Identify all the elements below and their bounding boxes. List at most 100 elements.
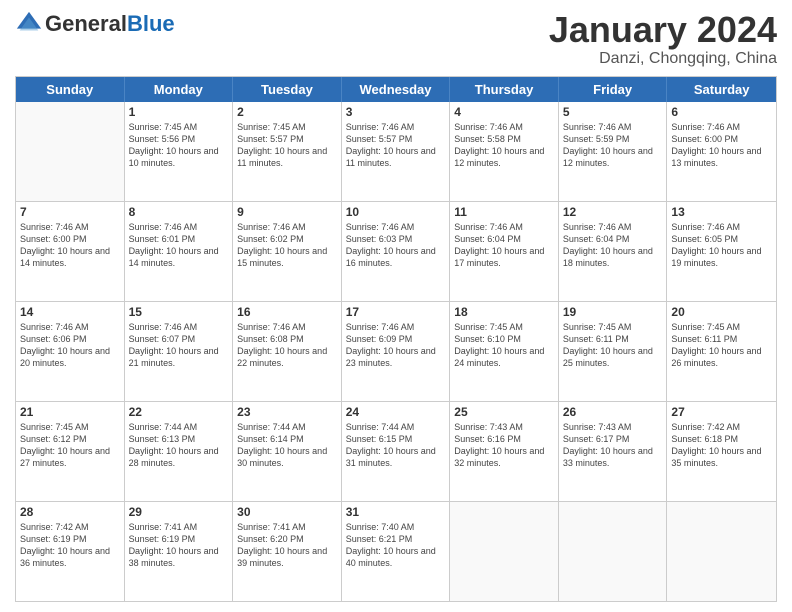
day-number: 10 [346, 205, 446, 219]
day-info: Sunrise: 7:43 AM Sunset: 6:17 PM Dayligh… [563, 421, 663, 470]
day-cell-9: 9 Sunrise: 7:46 AM Sunset: 6:02 PM Daylig… [233, 202, 342, 301]
day-info: Sunrise: 7:46 AM Sunset: 6:09 PM Dayligh… [346, 321, 446, 370]
day-cell-1: 1 Sunrise: 7:45 AM Sunset: 5:56 PM Daylig… [125, 102, 234, 201]
day-info: Sunrise: 7:46 AM Sunset: 6:00 PM Dayligh… [671, 121, 772, 170]
day-info: Sunrise: 7:46 AM Sunset: 6:08 PM Dayligh… [237, 321, 337, 370]
day-info: Sunrise: 7:46 AM Sunset: 6:06 PM Dayligh… [20, 321, 120, 370]
day-number: 11 [454, 205, 554, 219]
day-number: 21 [20, 405, 120, 419]
day-cell-31: 31 Sunrise: 7:40 AM Sunset: 6:21 PM Dayli… [342, 502, 451, 601]
day-cell-13: 13 Sunrise: 7:46 AM Sunset: 6:05 PM Dayli… [667, 202, 776, 301]
day-number: 19 [563, 305, 663, 319]
day-cell-7: 7 Sunrise: 7:46 AM Sunset: 6:00 PM Daylig… [16, 202, 125, 301]
day-cell-empty [450, 502, 559, 601]
day-cell-23: 23Sunrise: 7:44 AM Sunset: 6:14 PM Dayli… [233, 402, 342, 501]
day-info: Sunrise: 7:45 AM Sunset: 6:11 PM Dayligh… [671, 321, 772, 370]
day-number: 31 [346, 505, 446, 519]
day-header-thursday: Thursday [450, 77, 559, 102]
day-cell-16: 16 Sunrise: 7:46 AM Sunset: 6:08 PM Dayli… [233, 302, 342, 401]
day-info: Sunrise: 7:41 AM Sunset: 6:20 PM Dayligh… [237, 521, 337, 570]
day-number: 5 [563, 105, 663, 119]
day-cell-14: 14 Sunrise: 7:46 AM Sunset: 6:06 PM Dayli… [16, 302, 125, 401]
day-number: 22 [129, 405, 229, 419]
day-number: 25 [454, 405, 554, 419]
day-number: 14 [20, 305, 120, 319]
day-info: Sunrise: 7:46 AM Sunset: 6:00 PM Dayligh… [20, 221, 120, 270]
day-info: Sunrise: 7:46 AM Sunset: 6:01 PM Dayligh… [129, 221, 229, 270]
header-right: January 2024 Danzi, Chongqing, China [549, 10, 777, 68]
day-info: Sunrise: 7:42 AM Sunset: 6:18 PM Dayligh… [671, 421, 772, 470]
day-info: Sunrise: 7:46 AM Sunset: 6:05 PM Dayligh… [671, 221, 772, 270]
day-info: Sunrise: 7:45 AM Sunset: 5:56 PM Dayligh… [129, 121, 229, 170]
logo-blue-text: Blue [127, 11, 175, 37]
day-info: Sunrise: 7:46 AM Sunset: 6:02 PM Dayligh… [237, 221, 337, 270]
day-info: Sunrise: 7:46 AM Sunset: 5:59 PM Dayligh… [563, 121, 663, 170]
day-number: 12 [563, 205, 663, 219]
day-number: 9 [237, 205, 337, 219]
day-info: Sunrise: 7:46 AM Sunset: 6:04 PM Dayligh… [454, 221, 554, 270]
day-cell-5: 5 Sunrise: 7:46 AM Sunset: 5:59 PM Daylig… [559, 102, 668, 201]
day-cell-30: 30 Sunrise: 7:41 AM Sunset: 6:20 PM Dayli… [233, 502, 342, 601]
day-info: Sunrise: 7:45 AM Sunset: 6:11 PM Dayligh… [563, 321, 663, 370]
day-info: Sunrise: 7:45 AM Sunset: 6:10 PM Dayligh… [454, 321, 554, 370]
day-header-sunday: Sunday [16, 77, 125, 102]
location: Danzi, Chongqing, China [549, 50, 777, 68]
day-header-saturday: Saturday [667, 77, 776, 102]
day-headers: SundayMondayTuesdayWednesdayThursdayFrid… [16, 77, 776, 102]
day-number: 15 [129, 305, 229, 319]
day-info: Sunrise: 7:45 AM Sunset: 5:57 PM Dayligh… [237, 121, 337, 170]
day-cell-21: 21Sunrise: 7:45 AM Sunset: 6:12 PM Dayli… [16, 402, 125, 501]
day-cell-27: 27Sunrise: 7:42 AM Sunset: 6:18 PM Dayli… [667, 402, 776, 501]
week-row-3: 14 Sunrise: 7:46 AM Sunset: 6:06 PM Dayli… [16, 302, 776, 402]
day-number: 6 [671, 105, 772, 119]
calendar: SundayMondayTuesdayWednesdayThursdayFrid… [15, 76, 777, 602]
day-cell-22: 22 Sunrise: 7:44 AM Sunset: 6:13 PM Dayli… [125, 402, 234, 501]
day-cell-29: 29Sunrise: 7:41 AM Sunset: 6:19 PM Dayli… [125, 502, 234, 601]
day-number: 17 [346, 305, 446, 319]
week-row-5: 28Sunrise: 7:42 AM Sunset: 6:19 PM Dayli… [16, 502, 776, 601]
header: GeneralBlue January 2024 Danzi, Chongqin… [15, 10, 777, 68]
day-number: 30 [237, 505, 337, 519]
day-number: 7 [20, 205, 120, 219]
day-info: Sunrise: 7:40 AM Sunset: 6:21 PM Dayligh… [346, 521, 446, 570]
day-number: 24 [346, 405, 446, 419]
day-cell-17: 17 Sunrise: 7:46 AM Sunset: 6:09 PM Dayli… [342, 302, 451, 401]
day-cell-19: 19 Sunrise: 7:45 AM Sunset: 6:11 PM Dayli… [559, 302, 668, 401]
day-cell-12: 12 Sunrise: 7:46 AM Sunset: 6:04 PM Dayli… [559, 202, 668, 301]
day-cell-4: 4 Sunrise: 7:46 AM Sunset: 5:58 PM Daylig… [450, 102, 559, 201]
day-header-wednesday: Wednesday [342, 77, 451, 102]
logo: GeneralBlue [15, 10, 175, 38]
logo-icon [15, 10, 43, 38]
day-cell-26: 26 Sunrise: 7:43 AM Sunset: 6:17 PM Dayli… [559, 402, 668, 501]
page: GeneralBlue January 2024 Danzi, Chongqin… [0, 0, 792, 612]
week-row-4: 21Sunrise: 7:45 AM Sunset: 6:12 PM Dayli… [16, 402, 776, 502]
day-info: Sunrise: 7:46 AM Sunset: 5:57 PM Dayligh… [346, 121, 446, 170]
day-number: 3 [346, 105, 446, 119]
day-info: Sunrise: 7:46 AM Sunset: 6:04 PM Dayligh… [563, 221, 663, 270]
month-title: January 2024 [549, 10, 777, 50]
day-number: 29 [129, 505, 229, 519]
day-number: 26 [563, 405, 663, 419]
day-cell-25: 25Sunrise: 7:43 AM Sunset: 6:16 PM Dayli… [450, 402, 559, 501]
day-cell-6: 6 Sunrise: 7:46 AM Sunset: 6:00 PM Daylig… [667, 102, 776, 201]
day-cell-10: 10Sunrise: 7:46 AM Sunset: 6:03 PM Dayli… [342, 202, 451, 301]
day-info: Sunrise: 7:46 AM Sunset: 5:58 PM Dayligh… [454, 121, 554, 170]
day-cell-8: 8Sunrise: 7:46 AM Sunset: 6:01 PM Daylig… [125, 202, 234, 301]
day-header-tuesday: Tuesday [233, 77, 342, 102]
day-cell-empty [16, 102, 125, 201]
day-number: 18 [454, 305, 554, 319]
week-row-2: 7 Sunrise: 7:46 AM Sunset: 6:00 PM Daylig… [16, 202, 776, 302]
day-cell-empty [559, 502, 668, 601]
day-cell-18: 18 Sunrise: 7:45 AM Sunset: 6:10 PM Dayli… [450, 302, 559, 401]
day-info: Sunrise: 7:44 AM Sunset: 6:14 PM Dayligh… [237, 421, 337, 470]
day-number: 16 [237, 305, 337, 319]
day-info: Sunrise: 7:46 AM Sunset: 6:07 PM Dayligh… [129, 321, 229, 370]
day-cell-3: 3 Sunrise: 7:46 AM Sunset: 5:57 PM Daylig… [342, 102, 451, 201]
day-info: Sunrise: 7:42 AM Sunset: 6:19 PM Dayligh… [20, 521, 120, 570]
day-cell-28: 28Sunrise: 7:42 AM Sunset: 6:19 PM Dayli… [16, 502, 125, 601]
day-number: 13 [671, 205, 772, 219]
day-cell-2: 2Sunrise: 7:45 AM Sunset: 5:57 PM Daylig… [233, 102, 342, 201]
day-number: 4 [454, 105, 554, 119]
day-info: Sunrise: 7:44 AM Sunset: 6:13 PM Dayligh… [129, 421, 229, 470]
day-number: 1 [129, 105, 229, 119]
